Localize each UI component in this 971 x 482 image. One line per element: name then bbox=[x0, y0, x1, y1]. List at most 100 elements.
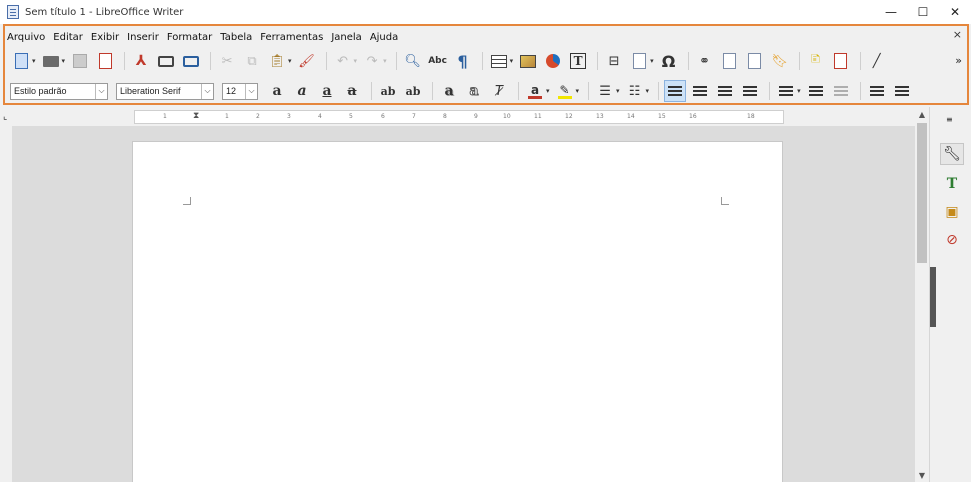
new-dropdown-arrow[interactable]: ▾ bbox=[32, 57, 36, 65]
chevron-down-icon[interactable]: ⌵ bbox=[245, 83, 257, 99]
insert-textbox-button[interactable]: T bbox=[567, 50, 589, 72]
highlight-dropdown-arrow[interactable]: ▾ bbox=[576, 87, 580, 95]
increase-indent-button[interactable] bbox=[866, 80, 888, 102]
paragraph-style-combo[interactable]: Estilo padrão ⌵ bbox=[10, 82, 108, 100]
hyperlink-button[interactable]: ⚭ bbox=[694, 50, 716, 72]
redo-dropdown-arrow[interactable]: ▾ bbox=[383, 57, 387, 65]
bookmark-button[interactable]: 🔖︎ bbox=[769, 50, 791, 72]
sidebar-collapse-handle[interactable] bbox=[930, 267, 936, 327]
footnote-button[interactable] bbox=[719, 50, 741, 72]
minimize-button[interactable]: — bbox=[875, 0, 907, 24]
field-dropdown-arrow[interactable]: ▾ bbox=[650, 57, 654, 65]
sidebar-menu-icon[interactable]: ≡ bbox=[946, 115, 953, 124]
navigator-icon[interactable]: ⊘ bbox=[940, 229, 964, 251]
scroll-thumb[interactable] bbox=[917, 123, 927, 263]
find-replace-button[interactable]: 🔍︎ bbox=[402, 50, 424, 72]
menu-janela[interactable]: Janela bbox=[331, 32, 361, 43]
menu-exibir[interactable]: Exibir bbox=[91, 32, 119, 43]
font-size-combo[interactable]: 12 ⌵ bbox=[222, 82, 258, 100]
paste-dropdown-arrow[interactable]: ▾ bbox=[288, 57, 292, 65]
menu-tabela[interactable]: Tabela bbox=[220, 32, 252, 43]
menu-arquivo[interactable]: Arquivo bbox=[7, 32, 45, 43]
cut-button[interactable]: ✂ bbox=[216, 50, 238, 72]
print-preview-button[interactable] bbox=[180, 50, 202, 72]
copy-button[interactable]: ⧉ bbox=[241, 50, 263, 72]
scroll-down-icon[interactable]: ▼ bbox=[915, 468, 929, 482]
bullets-button[interactable]: ☰ bbox=[594, 80, 616, 102]
chevron-down-icon[interactable]: ⌵ bbox=[95, 83, 107, 99]
export-pdf-button[interactable]: ⅄ bbox=[130, 50, 152, 72]
tab-stop-icon[interactable]: ⌞ bbox=[3, 112, 7, 122]
new-document-button[interactable] bbox=[10, 50, 32, 72]
insert-table-button[interactable] bbox=[488, 50, 510, 72]
clear-formatting-button[interactable]: T̷ bbox=[488, 80, 510, 102]
redo-button[interactable]: ↷ bbox=[361, 50, 383, 72]
bold-button[interactable]: a bbox=[266, 80, 288, 102]
undo-dropdown-arrow[interactable]: ▾ bbox=[354, 57, 358, 65]
outline-button[interactable]: a bbox=[463, 80, 485, 102]
endnote-button[interactable] bbox=[744, 50, 766, 72]
line-spacing-button[interactable] bbox=[775, 80, 797, 102]
insert-field-button[interactable] bbox=[628, 50, 650, 72]
maximize-button[interactable]: ☐ bbox=[907, 0, 939, 24]
formatting-marks-button[interactable]: ¶ bbox=[452, 50, 474, 72]
document-page[interactable] bbox=[132, 141, 783, 482]
page-break-button[interactable]: ⊟ bbox=[603, 50, 625, 72]
insert-chart-button[interactable] bbox=[542, 50, 564, 72]
decrease-indent-button[interactable] bbox=[891, 80, 913, 102]
writer-app-icon[interactable] bbox=[7, 5, 19, 19]
menu-ferramentas[interactable]: Ferramentas bbox=[260, 32, 323, 43]
menu-ajuda[interactable]: Ajuda bbox=[370, 32, 398, 43]
export-button[interactable] bbox=[94, 50, 116, 72]
strikethrough-button[interactable]: a bbox=[341, 80, 363, 102]
menu-inserir[interactable]: Inserir bbox=[127, 32, 159, 43]
italic-button[interactable]: a bbox=[291, 80, 313, 102]
menu-editar[interactable]: Editar bbox=[53, 32, 83, 43]
increase-paragraph-spacing-button[interactable] bbox=[805, 80, 827, 102]
align-right-button[interactable] bbox=[714, 80, 736, 102]
spelling-button[interactable]: Abc bbox=[427, 50, 449, 72]
styles-icon[interactable]: T bbox=[940, 173, 964, 195]
ruler-mark: 12 bbox=[565, 113, 573, 120]
justify-button[interactable] bbox=[739, 80, 761, 102]
special-character-button[interactable]: Ω bbox=[658, 50, 680, 72]
line-spacing-dropdown-arrow[interactable]: ▾ bbox=[797, 87, 801, 95]
bullets-dropdown-arrow[interactable]: ▾ bbox=[616, 87, 620, 95]
shadow-button[interactable]: a bbox=[438, 80, 460, 102]
properties-icon[interactable]: 🔧︎ bbox=[940, 143, 964, 165]
vertical-scrollbar[interactable]: ▲ ▼ bbox=[915, 107, 929, 482]
font-name-combo[interactable]: Liberation Serif ⌵ bbox=[116, 82, 214, 100]
open-dropdown-arrow[interactable]: ▾ bbox=[62, 57, 66, 65]
save-button[interactable] bbox=[69, 50, 91, 72]
paste-button[interactable]: 📋︎ bbox=[266, 50, 288, 72]
menu-formatar[interactable]: Formatar bbox=[167, 32, 212, 43]
gallery-icon[interactable]: ▣ bbox=[940, 201, 964, 223]
toolbar-overflow-button[interactable]: » bbox=[955, 54, 962, 67]
underline-button[interactable]: a bbox=[316, 80, 338, 102]
decrease-paragraph-spacing-button[interactable] bbox=[830, 80, 852, 102]
superscript-button[interactable]: ab bbox=[377, 80, 399, 102]
align-center-button[interactable] bbox=[689, 80, 711, 102]
font-color-dropdown-arrow[interactable]: ▾ bbox=[546, 87, 550, 95]
horizontal-ruler[interactable]: 1 1 2 3 4 5 6 7 8 9 10 11 12 13 14 15 16… bbox=[134, 110, 784, 124]
insert-line-button[interactable]: ╱ bbox=[866, 50, 888, 72]
numbering-button[interactable]: ☷ bbox=[624, 80, 646, 102]
indent-marker-icon[interactable]: ⧗ bbox=[193, 111, 199, 121]
comment-button[interactable]: 🗈︎ bbox=[805, 50, 827, 72]
font-color-button[interactable]: a bbox=[524, 80, 546, 102]
print-button[interactable] bbox=[155, 50, 177, 72]
undo-button[interactable]: ↶ bbox=[332, 50, 354, 72]
close-button[interactable]: ✕ bbox=[939, 0, 971, 24]
table-dropdown-arrow[interactable]: ▾ bbox=[510, 57, 514, 65]
track-changes-button[interactable] bbox=[830, 50, 852, 72]
close-document-button[interactable]: × bbox=[953, 28, 962, 41]
chevron-down-icon[interactable]: ⌵ bbox=[201, 83, 213, 99]
scroll-up-icon[interactable]: ▲ bbox=[915, 107, 929, 121]
clone-formatting-button[interactable]: 🖌︎ bbox=[296, 50, 318, 72]
open-button[interactable] bbox=[40, 50, 62, 72]
insert-image-button[interactable] bbox=[517, 50, 539, 72]
numbering-dropdown-arrow[interactable]: ▾ bbox=[646, 87, 650, 95]
highlight-button[interactable]: ✎ bbox=[554, 80, 576, 102]
subscript-button[interactable]: ab bbox=[402, 80, 424, 102]
align-left-button[interactable] bbox=[664, 80, 687, 102]
